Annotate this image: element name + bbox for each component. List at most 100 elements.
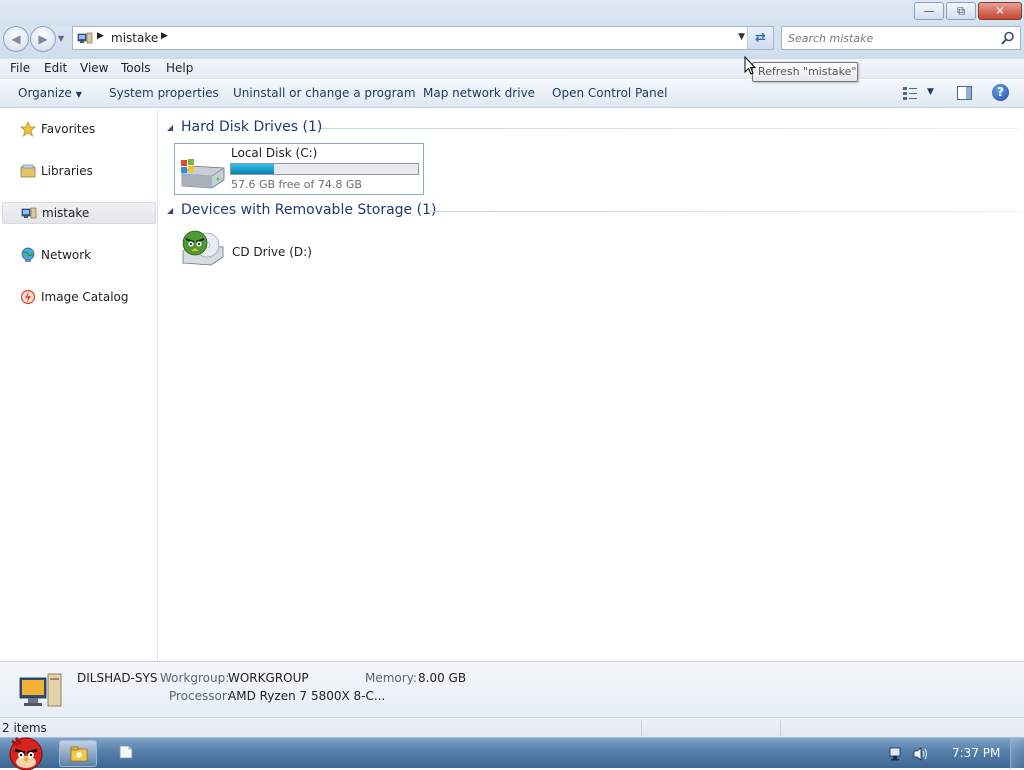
system-properties-button[interactable]: System properties [109, 86, 219, 100]
change-view-icon[interactable] [902, 86, 918, 100]
status-divider [641, 720, 642, 736]
sidebar-item-mistake[interactable]: mistake [2, 202, 156, 224]
processor-value: AMD Ryzen 7 5800X 8-C... [228, 689, 386, 703]
close-icon: ✕ [995, 4, 1005, 18]
menu-help[interactable]: Help [166, 61, 193, 75]
sidebar-item-libraries[interactable]: Libraries [0, 160, 158, 182]
workgroup-label: Workgroup: [160, 671, 230, 685]
restore-button[interactable]: ⧉ [946, 2, 976, 20]
address-dropdown-icon[interactable]: ▼ [738, 32, 745, 42]
uninstall-program-button[interactable]: Uninstall or change a program [233, 86, 416, 100]
computer-icon [21, 207, 37, 219]
disk-usage-bar [230, 163, 419, 175]
back-arrow-icon: ◀ [11, 32, 21, 46]
open-control-panel-button[interactable]: Open Control Panel [552, 86, 667, 100]
system-tray[interactable] [888, 746, 932, 762]
refresh-tooltip: Refresh "mistake" [752, 62, 858, 82]
refresh-button[interactable]: ⇄ [747, 27, 773, 49]
sidebar-item-label: Network [41, 248, 92, 262]
organize-label: Organize [18, 86, 72, 100]
volume-tray-icon[interactable] [913, 747, 927, 761]
search-box[interactable] [781, 26, 1021, 50]
memory-value: 8.00 GB [418, 671, 467, 685]
image-catalog-icon [20, 289, 36, 305]
group-title: Hard Disk Drives (1) [181, 119, 323, 135]
cd-drive-d-item[interactable]: CD Drive (D:) [177, 227, 377, 269]
network-tray-icon[interactable] [889, 747, 901, 761]
close-button[interactable]: ✕ [978, 2, 1022, 20]
taskbar-explorer-button[interactable] [59, 740, 97, 767]
window-controls: — ⧉ ✕ [912, 2, 1022, 20]
navigation-bar: ◀ ▶ ▼ ▶ mistake ▶ ▼ ⇄ [0, 26, 1024, 60]
disk-usage-fill [231, 164, 274, 174]
clock[interactable]: 7:37 PM [952, 746, 1000, 760]
minimize-icon: — [923, 4, 935, 18]
search-input[interactable] [788, 30, 988, 46]
preview-pane-icon[interactable] [957, 86, 972, 100]
menu-view[interactable]: View [80, 61, 108, 75]
drive-name: CD Drive (D:) [232, 245, 312, 259]
minimize-button[interactable]: — [914, 2, 944, 20]
details-pane: DILSHAD-SYS Workgroup: WORKGROUP Memory:… [0, 661, 1024, 717]
organize-button[interactable]: Organize ▼ [18, 86, 82, 100]
command-bar: Organize ▼ System properties Uninstall or… [0, 80, 1024, 108]
drive-name: Local Disk (C:) [231, 146, 318, 160]
group-divider [429, 211, 1020, 212]
organize-dropdown-icon: ▼ [75, 90, 82, 99]
status-divider [780, 720, 781, 736]
star-icon [20, 121, 36, 137]
taskbar: 7:37 PM [0, 737, 1024, 770]
restore-icon: ⧉ [957, 4, 965, 18]
menu-edit[interactable]: Edit [44, 61, 67, 75]
forward-arrow-icon: ▶ [38, 32, 48, 46]
sidebar-item-network[interactable]: Network [0, 244, 158, 266]
processor-label: Processor: [169, 689, 231, 703]
sidebar-item-label: Libraries [41, 164, 93, 178]
group-divider [321, 128, 1020, 129]
menu-tools[interactable]: Tools [121, 61, 151, 75]
forward-button[interactable]: ▶ [30, 26, 56, 52]
collapse-icon[interactable]: ◢ [167, 123, 173, 132]
help-icon[interactable]: ? [992, 84, 1009, 101]
recent-pages-dropdown-icon[interactable]: ▼ [58, 34, 64, 43]
title-bar[interactable]: — ⧉ ✕ [0, 0, 1024, 26]
mouse-cursor-icon [744, 56, 757, 75]
sidebar-item-favorites[interactable]: Favorites [0, 118, 158, 140]
memory-label: Memory: [365, 671, 417, 685]
file-list: ◢ Hard Disk Drives (1) Local Disk (C:) 5… [159, 109, 1024, 661]
computer-icon [19, 673, 62, 707]
explorer-window: — ⧉ ✕ ◀ ▶ ▼ ▶ mistake ▶ ▼ ⇄ Search mista… [0, 0, 1024, 737]
computer-icon [77, 32, 93, 44]
menu-bar: File Edit View Tools Help [0, 59, 1024, 79]
local-disk-c-item[interactable]: Local Disk (C:) 57.6 GB free of 74.8 GB [174, 143, 424, 195]
libraries-icon [20, 164, 36, 178]
group-title: Devices with Removable Storage (1) [181, 202, 437, 218]
status-bar: 2 items [0, 717, 1024, 737]
workgroup-value: WORKGROUP [228, 671, 309, 685]
group-header-hard-disk-drives[interactable]: ◢ Hard Disk Drives (1) [159, 118, 1024, 140]
drive-free-space: 57.6 GB free of 74.8 GB [231, 178, 362, 191]
sidebar-item-label: Favorites [41, 122, 96, 136]
map-network-drive-button[interactable]: Map network drive [423, 86, 535, 100]
search-icon[interactable] [1000, 30, 1016, 46]
sidebar-item-image-catalog[interactable]: Image Catalog [0, 286, 158, 308]
breadcrumb-separator-icon[interactable]: ▶ [161, 31, 168, 41]
cd-drive-icon [182, 230, 224, 266]
taskbar-document-icon[interactable] [118, 745, 134, 759]
network-icon [21, 247, 35, 262]
sidebar-item-label: Image Catalog [41, 290, 129, 304]
menu-file[interactable]: File [10, 61, 30, 75]
show-desktop-button[interactable] [1010, 738, 1024, 769]
computer-name: DILSHAD-SYS [77, 671, 158, 685]
navigation-pane: Favorites Libraries mistake Network Imag… [0, 109, 158, 661]
breadcrumb-separator-icon[interactable]: ▶ [97, 31, 104, 41]
back-button[interactable]: ◀ [3, 26, 29, 52]
group-header-removable-storage[interactable]: ◢ Devices with Removable Storage (1) [159, 201, 1024, 223]
hard-drive-icon [181, 159, 225, 189]
address-bar[interactable]: ▶ mistake ▶ ▼ ⇄ [72, 26, 774, 50]
start-button-angry-bird-icon[interactable] [2, 732, 50, 770]
collapse-icon[interactable]: ◢ [167, 206, 173, 215]
sidebar-item-label: mistake [42, 206, 90, 220]
breadcrumb-mistake[interactable]: mistake [111, 31, 158, 45]
view-options-dropdown-icon[interactable]: ▼ [927, 87, 934, 97]
